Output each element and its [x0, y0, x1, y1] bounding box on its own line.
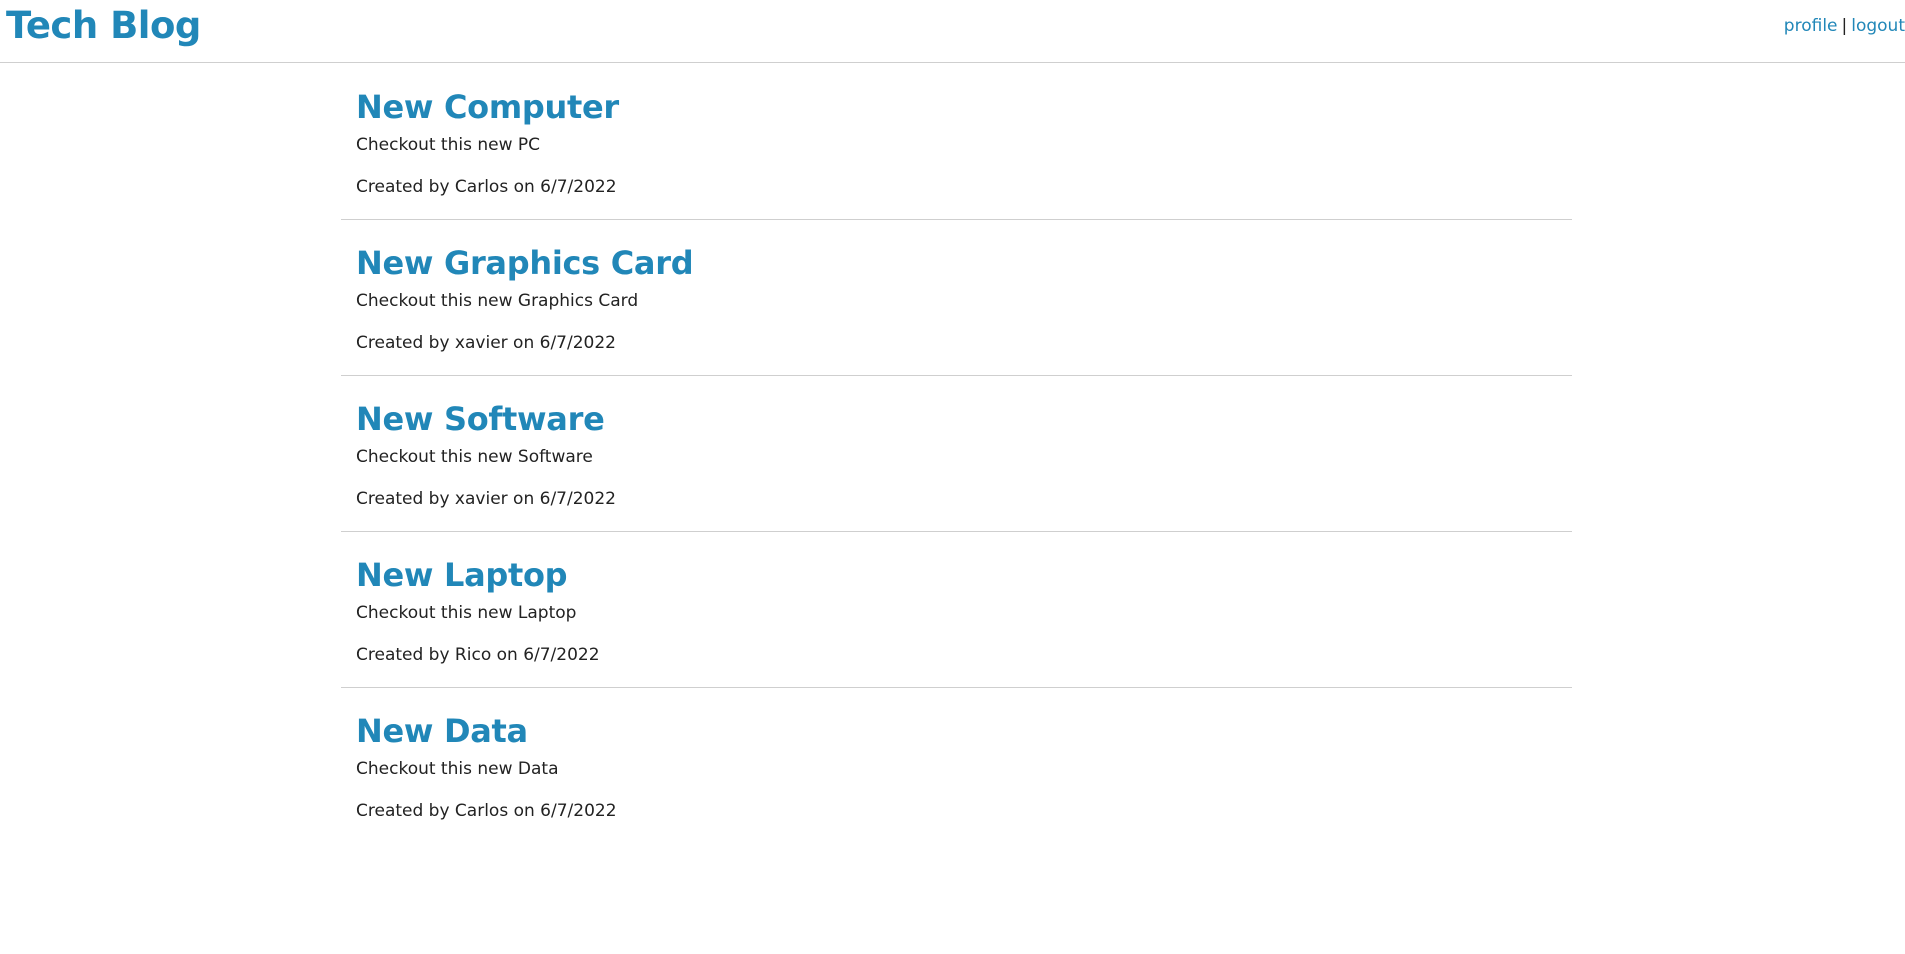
post-item: New Laptop Checkout this new Laptop Crea…: [341, 532, 1572, 688]
post-item: New Graphics Card Checkout this new Grap…: [341, 220, 1572, 376]
post-body: Checkout this new PC: [356, 135, 541, 156]
post-list: New Computer Checkout this new PC Create…: [341, 64, 1572, 844]
post-item: New Computer Checkout this new PC Create…: [341, 64, 1572, 220]
post-item: New Software Checkout this new Software …: [341, 376, 1572, 532]
post-meta: Created by xavier on 6/7/2022: [356, 332, 616, 353]
header-nav: profile | logout: [1784, 16, 1905, 36]
post-title-link[interactable]: New Laptop: [356, 557, 568, 593]
post-body: Checkout this new Graphics Card: [356, 291, 639, 312]
logout-link[interactable]: logout: [1851, 16, 1905, 36]
post-title-link[interactable]: New Software: [356, 401, 605, 437]
site-title-link[interactable]: Tech Blog: [6, 4, 201, 47]
post-meta: Created by Carlos on 6/7/2022: [356, 176, 617, 197]
site-header: Tech Blog profile | logout: [0, 0, 1905, 63]
profile-link[interactable]: profile: [1784, 16, 1838, 36]
post-title-link[interactable]: New Graphics Card: [356, 245, 694, 281]
post-meta: Created by xavier on 6/7/2022: [356, 488, 616, 509]
nav-separator: |: [1841, 16, 1848, 36]
post-meta: Created by Carlos on 6/7/2022: [356, 800, 617, 821]
post-meta: Created by Rico on 6/7/2022: [356, 644, 600, 665]
post-body: Checkout this new Data: [356, 759, 559, 780]
post-body: Checkout this new Laptop: [356, 603, 577, 624]
post-title-link[interactable]: New Computer: [356, 89, 619, 125]
post-item: New Data Checkout this new Data Created …: [341, 688, 1572, 844]
post-title-link[interactable]: New Data: [356, 713, 528, 749]
post-body: Checkout this new Software: [356, 447, 593, 468]
